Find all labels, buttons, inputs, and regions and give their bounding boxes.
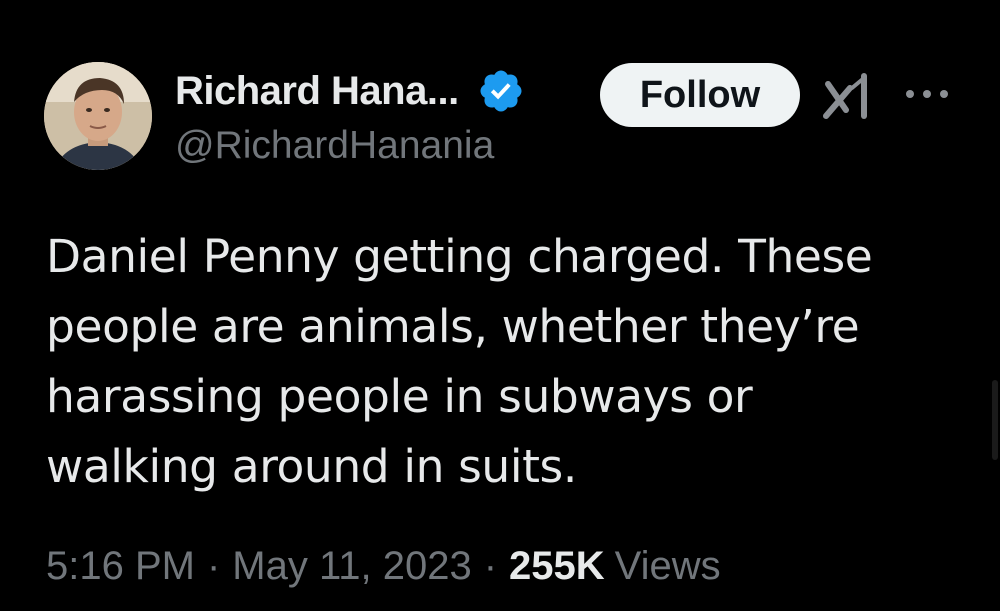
tweet-card: Richard Hana... @RichardHanania Follow D…	[0, 0, 1000, 611]
author-name-row: Richard Hana...	[175, 66, 525, 116]
grok-icon[interactable]	[822, 70, 874, 120]
meta-separator: ·	[206, 543, 221, 588]
verified-badge-icon	[477, 67, 525, 115]
author-handle[interactable]: @RichardHanania	[175, 124, 494, 168]
avatar[interactable]	[44, 62, 152, 170]
tweet-time[interactable]: 5:16 PM	[46, 544, 195, 589]
tweet-text-line: walking around in suits.	[46, 440, 577, 493]
more-options-icon[interactable]	[904, 86, 950, 102]
avatar-photo	[44, 62, 152, 170]
views-label[interactable]: Views	[615, 544, 721, 589]
tweet-text-line: Daniel Penny getting charged. These	[46, 230, 873, 283]
tweet-date[interactable]: May 11, 2023	[232, 544, 471, 589]
tweet-metadata: 5:16 PM · May 11, 2023 · 255K Views	[46, 538, 721, 594]
meta-separator: ·	[483, 543, 498, 588]
author-display-name[interactable]: Richard Hana...	[175, 69, 459, 114]
views-count[interactable]: 255K	[509, 544, 605, 589]
tweet-text-line: harassing people in subways or	[46, 370, 753, 423]
scrollbar-thumb[interactable]	[992, 380, 998, 460]
follow-button[interactable]: Follow	[600, 63, 800, 127]
tweet-text-line: people are animals, whether they’re	[46, 300, 860, 353]
scrollbar[interactable]	[990, 0, 1000, 611]
tweet-text: Daniel Penny getting charged. These peop…	[46, 222, 946, 502]
